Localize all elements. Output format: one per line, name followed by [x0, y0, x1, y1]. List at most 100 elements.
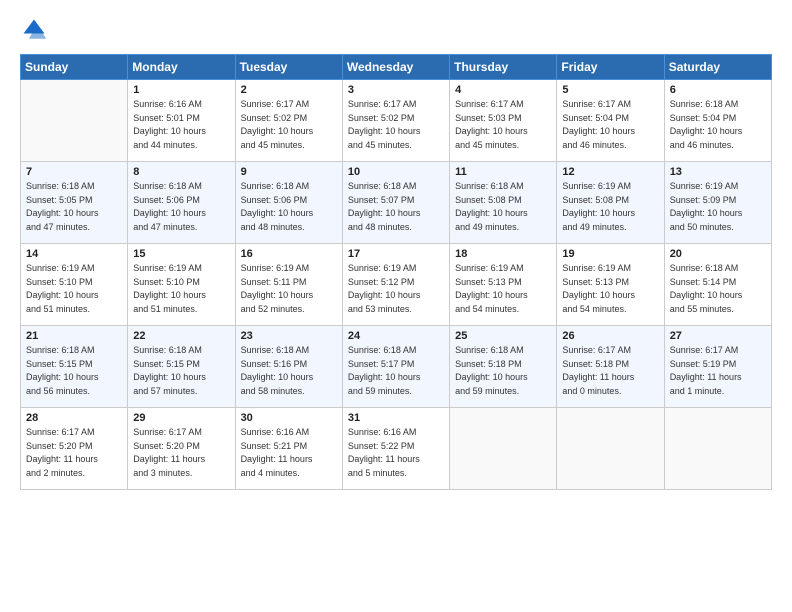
day-number: 8: [133, 166, 229, 178]
day-info: Sunrise: 6:16 AM Sunset: 5:21 PM Dayligh…: [241, 426, 337, 480]
day-cell: 1 Sunrise: 6:16 AM Sunset: 5:01 PM Daylig…: [128, 80, 235, 162]
day-number: 27: [670, 330, 766, 342]
day-cell: 4 Sunrise: 6:17 AM Sunset: 5:03 PM Daylig…: [450, 80, 557, 162]
day-cell: 18Sunrise: 6:19 AM Sunset: 5:13 PM Dayli…: [450, 244, 557, 326]
week-row-1: 1 Sunrise: 6:16 AM Sunset: 5:01 PM Daylig…: [21, 80, 772, 162]
day-cell: 23 Sunrise: 6:18 AM Sunset: 5:16 PM Dayli…: [235, 326, 342, 408]
day-info: Sunrise: 6:18 AM Sunset: 5:06 PM Dayligh…: [241, 180, 337, 234]
day-number: 21: [26, 330, 122, 342]
col-header-friday: Friday: [557, 55, 664, 80]
day-cell: 28Sunrise: 6:17 AM Sunset: 5:20 PM Dayli…: [21, 408, 128, 490]
day-number: 18: [455, 248, 551, 260]
day-number: 15: [133, 248, 229, 260]
day-cell: 2 Sunrise: 6:17 AM Sunset: 5:02 PM Daylig…: [235, 80, 342, 162]
day-number: 25: [455, 330, 551, 342]
day-info: Sunrise: 6:17 AM Sunset: 5:04 PM Dayligh…: [562, 98, 658, 152]
day-info: Sunrise: 6:18 AM Sunset: 5:06 PM Dayligh…: [133, 180, 229, 234]
day-cell: 3Sunrise: 6:17 AM Sunset: 5:02 PM Daylig…: [342, 80, 449, 162]
col-header-sunday: Sunday: [21, 55, 128, 80]
day-number: 14: [26, 248, 122, 260]
day-cell: 29Sunrise: 6:17 AM Sunset: 5:20 PM Dayli…: [128, 408, 235, 490]
day-cell: 5 Sunrise: 6:17 AM Sunset: 5:04 PM Daylig…: [557, 80, 664, 162]
day-info: Sunrise: 6:19 AM Sunset: 5:10 PM Dayligh…: [26, 262, 122, 316]
day-cell: 20 Sunrise: 6:18 AM Sunset: 5:14 PM Dayli…: [664, 244, 771, 326]
day-number: 3: [348, 84, 444, 96]
day-cell: 8 Sunrise: 6:18 AM Sunset: 5:06 PM Daylig…: [128, 162, 235, 244]
col-header-saturday: Saturday: [664, 55, 771, 80]
day-info: Sunrise: 6:18 AM Sunset: 5:17 PM Dayligh…: [348, 344, 444, 398]
day-number: 22: [133, 330, 229, 342]
day-info: Sunrise: 6:18 AM Sunset: 5:16 PM Dayligh…: [241, 344, 337, 398]
day-cell: 30 Sunrise: 6:16 AM Sunset: 5:21 PM Dayli…: [235, 408, 342, 490]
col-header-monday: Monday: [128, 55, 235, 80]
day-cell: 17 Sunrise: 6:19 AM Sunset: 5:12 PM Dayli…: [342, 244, 449, 326]
day-info: Sunrise: 6:17 AM Sunset: 5:03 PM Dayligh…: [455, 98, 551, 152]
day-cell: 14 Sunrise: 6:19 AM Sunset: 5:10 PM Dayli…: [21, 244, 128, 326]
day-info: Sunrise: 6:18 AM Sunset: 5:04 PM Dayligh…: [670, 98, 766, 152]
page: SundayMondayTuesdayWednesdayThursdayFrid…: [0, 0, 792, 612]
col-header-tuesday: Tuesday: [235, 55, 342, 80]
day-number: 5: [562, 84, 658, 96]
day-cell: 27 Sunrise: 6:17 AM Sunset: 5:19 PM Dayli…: [664, 326, 771, 408]
day-number: 6: [670, 84, 766, 96]
day-number: 11: [455, 166, 551, 178]
day-cell: [557, 408, 664, 490]
day-cell: 31 Sunrise: 6:16 AM Sunset: 5:22 PM Dayli…: [342, 408, 449, 490]
day-cell: 7Sunrise: 6:18 AM Sunset: 5:05 PM Daylig…: [21, 162, 128, 244]
day-info: Sunrise: 6:18 AM Sunset: 5:15 PM Dayligh…: [26, 344, 122, 398]
day-info: Sunrise: 6:17 AM Sunset: 5:19 PM Dayligh…: [670, 344, 766, 398]
day-number: 4: [455, 84, 551, 96]
calendar-table: SundayMondayTuesdayWednesdayThursdayFrid…: [20, 54, 772, 490]
day-cell: 19 Sunrise: 6:19 AM Sunset: 5:13 PM Dayli…: [557, 244, 664, 326]
day-info: Sunrise: 6:18 AM Sunset: 5:08 PM Dayligh…: [455, 180, 551, 234]
day-info: Sunrise: 6:17 AM Sunset: 5:20 PM Dayligh…: [133, 426, 229, 480]
day-number: 31: [348, 412, 444, 424]
day-number: 10: [348, 166, 444, 178]
day-info: Sunrise: 6:17 AM Sunset: 5:20 PM Dayligh…: [26, 426, 122, 480]
day-info: Sunrise: 6:18 AM Sunset: 5:14 PM Dayligh…: [670, 262, 766, 316]
day-cell: 21 Sunrise: 6:18 AM Sunset: 5:15 PM Dayli…: [21, 326, 128, 408]
day-info: Sunrise: 6:19 AM Sunset: 5:13 PM Dayligh…: [562, 262, 658, 316]
day-info: Sunrise: 6:16 AM Sunset: 5:22 PM Dayligh…: [348, 426, 444, 480]
day-info: Sunrise: 6:17 AM Sunset: 5:02 PM Dayligh…: [241, 98, 337, 152]
day-number: 24: [348, 330, 444, 342]
week-row-3: 14 Sunrise: 6:19 AM Sunset: 5:10 PM Dayli…: [21, 244, 772, 326]
day-number: 12: [562, 166, 658, 178]
day-number: 9: [241, 166, 337, 178]
day-cell: 25Sunrise: 6:18 AM Sunset: 5:18 PM Dayli…: [450, 326, 557, 408]
week-row-4: 21 Sunrise: 6:18 AM Sunset: 5:15 PM Dayli…: [21, 326, 772, 408]
day-cell: 22 Sunrise: 6:18 AM Sunset: 5:15 PM Dayli…: [128, 326, 235, 408]
week-row-5: 28Sunrise: 6:17 AM Sunset: 5:20 PM Dayli…: [21, 408, 772, 490]
day-number: 20: [670, 248, 766, 260]
day-info: Sunrise: 6:18 AM Sunset: 5:15 PM Dayligh…: [133, 344, 229, 398]
day-cell: 13Sunrise: 6:19 AM Sunset: 5:09 PM Dayli…: [664, 162, 771, 244]
header-row: SundayMondayTuesdayWednesdayThursdayFrid…: [21, 55, 772, 80]
day-number: 26: [562, 330, 658, 342]
day-cell: 12 Sunrise: 6:19 AM Sunset: 5:08 PM Dayli…: [557, 162, 664, 244]
day-info: Sunrise: 6:19 AM Sunset: 5:11 PM Dayligh…: [241, 262, 337, 316]
day-number: 17: [348, 248, 444, 260]
logo: [20, 16, 52, 44]
day-cell: 16 Sunrise: 6:19 AM Sunset: 5:11 PM Dayli…: [235, 244, 342, 326]
day-cell: 9 Sunrise: 6:18 AM Sunset: 5:06 PM Daylig…: [235, 162, 342, 244]
day-cell: [450, 408, 557, 490]
day-info: Sunrise: 6:19 AM Sunset: 5:08 PM Dayligh…: [562, 180, 658, 234]
day-info: Sunrise: 6:18 AM Sunset: 5:07 PM Dayligh…: [348, 180, 444, 234]
day-cell: [664, 408, 771, 490]
day-cell: 11 Sunrise: 6:18 AM Sunset: 5:08 PM Dayli…: [450, 162, 557, 244]
week-row-2: 7Sunrise: 6:18 AM Sunset: 5:05 PM Daylig…: [21, 162, 772, 244]
col-header-thursday: Thursday: [450, 55, 557, 80]
day-number: 23: [241, 330, 337, 342]
day-cell: 15Sunrise: 6:19 AM Sunset: 5:10 PM Dayli…: [128, 244, 235, 326]
day-number: 7: [26, 166, 122, 178]
day-number: 2: [241, 84, 337, 96]
day-info: Sunrise: 6:16 AM Sunset: 5:01 PM Dayligh…: [133, 98, 229, 152]
day-cell: 24 Sunrise: 6:18 AM Sunset: 5:17 PM Dayli…: [342, 326, 449, 408]
day-cell: 10 Sunrise: 6:18 AM Sunset: 5:07 PM Dayli…: [342, 162, 449, 244]
day-number: 1: [133, 84, 229, 96]
day-info: Sunrise: 6:19 AM Sunset: 5:12 PM Dayligh…: [348, 262, 444, 316]
day-number: 30: [241, 412, 337, 424]
day-number: 16: [241, 248, 337, 260]
day-info: Sunrise: 6:19 AM Sunset: 5:09 PM Dayligh…: [670, 180, 766, 234]
day-number: 19: [562, 248, 658, 260]
